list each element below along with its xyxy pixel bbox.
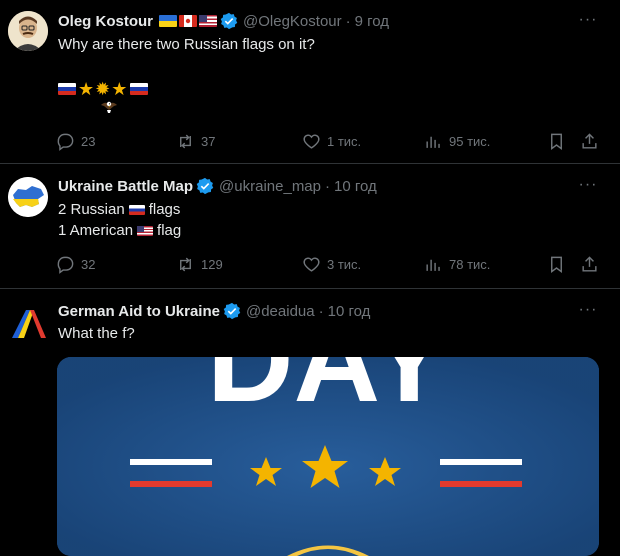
separator-dot: · xyxy=(325,177,330,195)
bookmark-icon xyxy=(551,256,562,273)
display-name[interactable]: German Aid to Ukraine xyxy=(58,303,220,320)
reply-icon xyxy=(57,256,74,274)
heart-icon xyxy=(303,256,320,272)
reply-button[interactable]: 32 xyxy=(56,253,95,275)
tweet-actions: 32 129 3 тис. 78 тис. xyxy=(56,253,606,275)
views-button[interactable]: 95 тис. xyxy=(424,130,490,152)
verified-badge-icon xyxy=(220,12,238,30)
views-button[interactable]: 78 тис. xyxy=(424,253,490,275)
tweet-image[interactable]: DAY xyxy=(57,357,599,556)
share-button[interactable] xyxy=(580,253,605,275)
retweet-icon xyxy=(180,134,191,148)
display-name[interactable]: Ukraine Battle Map xyxy=(58,178,193,195)
tweet-header: Oleg Kostour @OlegKostour · 9 год xyxy=(58,10,389,32)
ukraine-flag-icon xyxy=(159,15,178,27)
verified-badge-icon xyxy=(196,177,214,195)
flag-stripe-white xyxy=(440,459,522,465)
retweet-icon xyxy=(180,257,191,271)
more-options-icon[interactable]: ··· xyxy=(578,12,598,35)
tweet-2[interactable]: Ukraine Battle Map @ukraine_map · 10 год… xyxy=(0,164,620,288)
tweet-header: Ukraine Battle Map @ukraine_map · 10 год xyxy=(58,175,377,197)
star-icon: ★ xyxy=(78,78,95,99)
more-options-icon[interactable]: ··· xyxy=(578,302,598,325)
flag-stripe-red xyxy=(440,481,522,487)
bookmark-button[interactable] xyxy=(547,130,572,152)
verified-badge-icon xyxy=(223,302,241,320)
sun-icon: ✹ xyxy=(95,78,111,99)
retweet-count: 37 xyxy=(201,133,216,149)
reply-icon xyxy=(57,133,74,151)
tweet-text-line-2: 1 American flag xyxy=(58,221,181,241)
like-button[interactable]: 1 тис. xyxy=(302,130,361,152)
share-button[interactable] xyxy=(580,130,605,152)
views-count: 78 тис. xyxy=(449,256,491,272)
tweet-text: Why are there two Russian flags on it? xyxy=(58,36,315,53)
usa-flag-icon xyxy=(199,15,218,27)
share-icon xyxy=(582,132,597,149)
russia-flag-icon xyxy=(130,83,149,95)
text-fragment: 1 American xyxy=(58,222,134,239)
russia-flag-icon xyxy=(128,205,145,216)
views-icon xyxy=(426,259,440,271)
timestamp[interactable]: 10 год xyxy=(334,178,377,195)
reply-button[interactable]: 23 xyxy=(56,130,95,152)
text-fragment: 2 Russian xyxy=(58,201,125,218)
share-icon xyxy=(582,255,597,272)
star-icon: ★ xyxy=(111,78,128,99)
timestamp[interactable]: 10 год xyxy=(328,303,371,320)
bookmark-icon xyxy=(551,133,562,150)
avatar[interactable] xyxy=(8,302,48,342)
avatar[interactable] xyxy=(8,11,48,51)
text-fragment: flag xyxy=(157,222,182,239)
flag-stripe-red xyxy=(130,481,212,487)
reply-count: 23 xyxy=(81,133,96,149)
bookmark-button[interactable] xyxy=(547,253,572,275)
like-button[interactable]: 3 тис. xyxy=(302,253,361,275)
user-handle[interactable]: @ukraine_map xyxy=(219,178,321,195)
tweet-header: German Aid to Ukraine @deaidua · 10 год xyxy=(58,300,370,322)
canada-flag-icon xyxy=(179,15,198,27)
tweet-1[interactable]: Oleg Kostour @OlegKostour · 9 год ··· Wh… xyxy=(0,0,620,163)
reply-count: 32 xyxy=(81,256,96,272)
russia-flag-icon xyxy=(58,83,76,95)
separator-dot: · xyxy=(318,302,324,320)
views-icon xyxy=(426,136,440,148)
user-handle[interactable]: @OlegKostour xyxy=(243,13,342,30)
timestamp[interactable]: 9 год xyxy=(355,13,389,30)
eagle-icon xyxy=(100,99,118,115)
retweet-count: 129 xyxy=(201,256,223,272)
display-name[interactable]: Oleg Kostour xyxy=(58,13,153,30)
usa-flag-icon xyxy=(137,226,154,237)
image-headline: DAY xyxy=(207,357,449,427)
like-count: 1 тис. xyxy=(327,133,362,149)
views-count: 95 тис. xyxy=(449,133,491,149)
like-count: 3 тис. xyxy=(327,256,362,272)
retweet-button[interactable]: 129 xyxy=(176,253,223,275)
user-handle[interactable]: @deaidua xyxy=(246,303,315,320)
emoji-flag-row: ★ ✹ ★ xyxy=(58,78,149,99)
retweet-button[interactable]: 37 xyxy=(176,130,215,152)
tweet-actions: 23 37 1 тис. 95 тис. xyxy=(56,130,606,152)
text-fragment: flags xyxy=(148,201,181,218)
separator-dot: · xyxy=(345,12,351,30)
avatar[interactable] xyxy=(8,177,48,217)
tweet-text: What the f? xyxy=(58,325,135,342)
heart-icon xyxy=(303,133,320,149)
more-options-icon[interactable]: ··· xyxy=(578,177,598,200)
tweet-text-line-1: 2 Russian flags xyxy=(58,200,180,220)
flag-stripe-white xyxy=(130,459,212,465)
